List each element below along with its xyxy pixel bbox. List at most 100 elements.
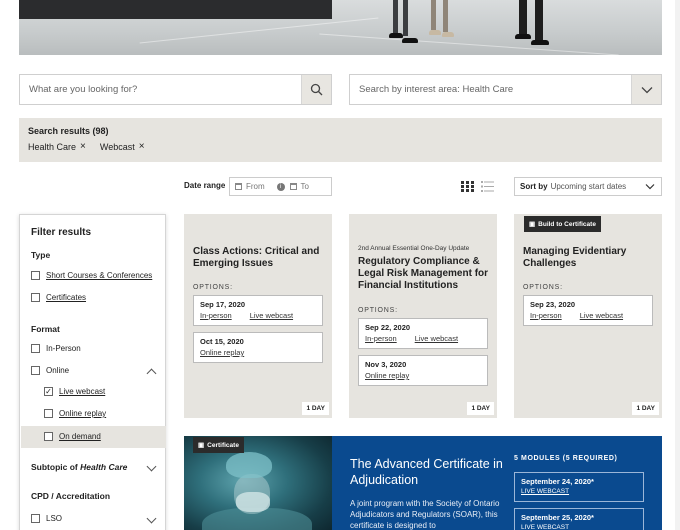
filter-chip-webcast[interactable]: Webcast ×	[100, 141, 145, 152]
feature-title[interactable]: The Advanced Certificate in Adjudication	[350, 456, 510, 488]
info-icon[interactable]: i	[276, 182, 285, 191]
floor-line	[319, 33, 619, 55]
filter-option-label: Online	[46, 366, 70, 375]
filter-title: Filter results	[31, 227, 92, 238]
session-link-live-webcast[interactable]: Live webcast	[250, 311, 293, 320]
person-shoe	[442, 32, 454, 37]
scrollbar[interactable]	[675, 0, 680, 530]
filter-option-online[interactable]: Online	[31, 366, 69, 375]
session-date: Sep 22, 2020	[365, 323, 411, 332]
checkbox[interactable]	[31, 366, 40, 375]
session-option: Nov 3, 2020 Online replay	[358, 355, 488, 386]
grid-view-icon[interactable]	[461, 181, 474, 192]
chevron-down-icon	[645, 184, 655, 190]
filter-option-on-demand[interactable]: On demand	[44, 432, 101, 441]
date-from-input[interactable]: From	[230, 182, 277, 191]
filter-chip-health-care[interactable]: Health Care ×	[28, 141, 86, 152]
card-title[interactable]: Class Actions: Critical and Emerging Iss…	[193, 246, 325, 270]
hero-banner	[19, 0, 662, 55]
badge-label: Build to Certificate	[538, 220, 596, 228]
chevron-down-icon[interactable]	[146, 461, 157, 472]
filter-option-live-webcast[interactable]: ✓ Live webcast	[44, 387, 105, 396]
search-button[interactable]	[301, 75, 331, 104]
sort-label: Sort by	[520, 182, 548, 191]
session-link-in-person[interactable]: In-person	[530, 311, 562, 320]
photo-mask	[236, 492, 270, 512]
course-card[interactable]: ▣ Build to Certificate Managing Evidenti…	[514, 214, 662, 418]
checkbox[interactable]	[44, 432, 53, 441]
chevron-down-icon	[641, 86, 652, 93]
session-link-in-person[interactable]: In-person	[365, 334, 397, 343]
keyword-search-input[interactable]: What are you looking for?	[20, 84, 301, 95]
checkbox[interactable]	[31, 344, 40, 353]
filter-option-online-replay[interactable]: Online replay	[44, 409, 106, 418]
checkbox[interactable]	[31, 293, 40, 302]
person-leg	[519, 0, 527, 34]
session-link-live-webcast[interactable]: Live webcast	[415, 334, 458, 343]
sort-value: Upcoming start dates	[550, 182, 627, 191]
person-leg	[431, 0, 436, 30]
session-link-online-replay[interactable]: Online replay	[200, 348, 244, 357]
filter-option-short-courses[interactable]: Short Courses & Conferences	[31, 271, 152, 280]
card-title[interactable]: Regulatory Compliance & Legal Risk Manag…	[358, 256, 490, 292]
calendar-icon	[289, 183, 297, 190]
module-type[interactable]: LIVE WEBCAST	[521, 488, 637, 495]
card-options-label: OPTIONS:	[358, 307, 398, 314]
date-to-placeholder: To	[300, 182, 309, 191]
card-options-label: OPTIONS:	[193, 284, 233, 291]
close-icon[interactable]: ×	[139, 141, 145, 152]
chevron-down-icon[interactable]	[146, 513, 157, 524]
filter-option-label: On demand	[59, 432, 101, 441]
filter-subtopic-heading[interactable]: Subtopic of Health Care	[31, 462, 127, 472]
course-card[interactable]: Class Actions: Critical and Emerging Iss…	[184, 214, 332, 418]
filter-option-lso[interactable]: LSO	[31, 514, 62, 523]
session-date: Sep 17, 2020	[200, 300, 246, 309]
card-title[interactable]: Managing Evidentiary Challenges	[523, 246, 655, 270]
session-option: Sep 22, 2020 In-person Live webcast	[358, 318, 488, 349]
session-link-online-replay[interactable]: Online replay	[365, 371, 409, 380]
session-link-live-webcast[interactable]: Live webcast	[580, 311, 623, 320]
session-link-in-person[interactable]: In-person	[200, 311, 232, 320]
session-option: Sep 17, 2020 In-person Live webcast	[193, 295, 323, 326]
filter-option-label: Certificates	[46, 293, 87, 302]
feature-description: A joint program with the Society of Onta…	[350, 499, 500, 530]
checkbox[interactable]	[31, 514, 40, 523]
module-item[interactable]: September 25, 2020* LIVE WEBCAST	[514, 508, 644, 530]
module-item[interactable]: September 24, 2020* LIVE WEBCAST	[514, 472, 644, 502]
list-view-icon[interactable]	[481, 181, 494, 192]
featured-certificate[interactable]: ▣ Certificate The Advanced Certificate i…	[184, 436, 662, 530]
module-type[interactable]: LIVE WEBCAST	[521, 524, 637, 530]
module-date: September 25, 2020*	[521, 513, 594, 522]
active-filter-chips: Health Care × Webcast ×	[28, 141, 653, 152]
checkbox[interactable]	[31, 271, 40, 280]
person-shoe	[531, 40, 549, 45]
session-date: Sep 23, 2020	[530, 300, 576, 309]
chevron-up-icon[interactable]	[146, 368, 157, 379]
modules-label: 5 MODULES (5 REQUIRED)	[514, 455, 618, 462]
checkbox-checked[interactable]: ✓	[44, 387, 53, 396]
card-options-label: OPTIONS:	[523, 284, 563, 291]
session-date: Nov 3, 2020	[365, 360, 407, 369]
filter-option-certificates[interactable]: Certificates	[31, 293, 86, 302]
person-shoe	[389, 33, 403, 38]
person-leg	[443, 0, 448, 32]
chip-label: Health Care	[28, 141, 77, 152]
interest-area-dropdown-button[interactable]	[631, 75, 661, 104]
checkbox[interactable]	[44, 409, 53, 418]
keyword-search[interactable]: What are you looking for?	[19, 74, 332, 105]
date-to-input[interactable]: To	[285, 182, 332, 191]
subtopic-prefix: Subtopic of	[31, 462, 78, 472]
chip-label: Webcast	[99, 141, 135, 152]
filter-type-heading: Type	[31, 250, 51, 260]
course-card[interactable]: 2nd Annual Essential One-Day Update Regu…	[349, 214, 497, 418]
date-from-placeholder: From	[246, 182, 265, 191]
search-icon	[310, 83, 323, 96]
subtopic-topic: Health Care	[80, 462, 128, 472]
close-icon[interactable]: ×	[80, 141, 86, 152]
person-leg	[535, 0, 543, 40]
session-date: Oct 15, 2020	[200, 337, 244, 346]
module-date: September 24, 2020*	[521, 477, 594, 486]
interest-area-select[interactable]: Search by interest area: Health Care	[349, 74, 662, 105]
sort-select[interactable]: Sort by Upcoming start dates	[514, 177, 662, 196]
filter-option-in-person[interactable]: In-Person	[31, 344, 81, 353]
